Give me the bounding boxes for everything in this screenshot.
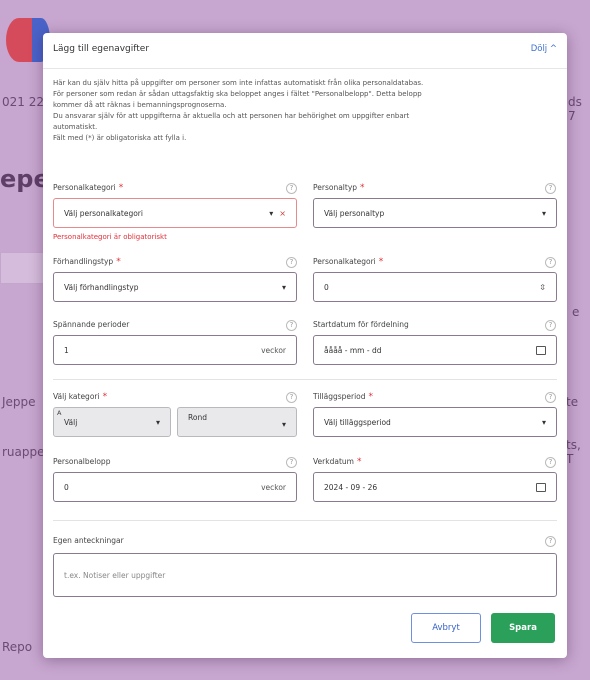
forhandlingstyp-label: Förhandlingstyp * — [53, 257, 121, 267]
help-icon[interactable]: ? — [286, 320, 297, 331]
hide-info-link[interactable]: Dölj ^ — [531, 44, 557, 54]
info-line: Fält med (*) är obligatoriska att fylla … — [53, 134, 187, 142]
cancel-button[interactable]: Avbryt — [411, 613, 481, 643]
help-icon[interactable]: ? — [286, 183, 297, 194]
personalkategori2-label: Personalkategori * — [313, 257, 384, 267]
unit-suffix: veckor — [261, 345, 286, 355]
chevron-down-icon: ▾ — [281, 420, 286, 429]
add-costs-modal: Lägg till egenavgifter Dölj ^ Här kan du… — [43, 33, 567, 658]
personalbelopp-label: Personalbelopp — [53, 457, 111, 466]
save-button[interactable]: Spara — [491, 613, 555, 643]
help-icon[interactable]: ? — [545, 457, 556, 468]
modal-header: Lägg till egenavgifter Dölj ^ — [43, 33, 567, 69]
help-icon[interactable]: ? — [286, 392, 297, 403]
personalkategori-label: Personalkategori * — [53, 183, 124, 193]
chevron-down-icon: ▾ — [541, 208, 546, 218]
clear-icon[interactable]: × — [279, 209, 286, 218]
personalkategori-error: Personalkategori är obligatoriskt — [53, 233, 167, 241]
bg-label: Jeppe — [2, 395, 36, 409]
chart-segment-red — [6, 18, 32, 62]
help-icon[interactable]: ? — [545, 536, 556, 547]
info-line: För personer som redan är sådan uttagsfa… — [53, 90, 422, 98]
kategori-a-select[interactable]: Välj ▾ — [53, 407, 171, 437]
valj-kategori-label: Välj kategori * — [53, 392, 108, 402]
help-icon[interactable]: ? — [545, 257, 556, 268]
info-line: Här kan du själv hitta på uppgifter om p… — [53, 79, 424, 87]
personalkategori-select[interactable]: Välj personalkategori ▾ × — [53, 198, 297, 228]
verkdatum-label: Verkdatum * — [313, 457, 362, 467]
anteckningar-textarea[interactable]: t.ex. Notiser eller uppgifter — [53, 553, 557, 597]
stepper-icon[interactable]: ⇳ — [539, 283, 546, 292]
help-icon[interactable]: ? — [545, 320, 556, 331]
startdatum-label: Startdatum för fördelning — [313, 320, 409, 329]
chevron-down-icon: ▾ — [155, 417, 160, 427]
calendar-icon[interactable] — [536, 482, 546, 492]
bg-label: e — [572, 305, 580, 319]
unit-suffix: veckor — [261, 482, 286, 492]
kategori-a-sublabel: A — [57, 409, 62, 417]
bg-label: te — [566, 395, 579, 409]
chevron-down-icon: ▾ — [269, 208, 274, 218]
startdatum-input[interactable]: åååå - mm - dd — [313, 335, 557, 365]
help-icon[interactable]: ? — [286, 257, 297, 268]
spannande-perioder-input[interactable]: 1 veckor — [53, 335, 297, 365]
kategori-b-select[interactable]: Rond ▾ — [177, 407, 297, 437]
chevron-down-icon: ▾ — [281, 282, 286, 292]
modal-title: Lägg till egenavgifter — [53, 44, 150, 54]
divider — [53, 520, 557, 521]
anteckningar-label: Egen anteckningar — [53, 536, 124, 545]
bg-label: Repo — [2, 640, 33, 654]
info-text: Här kan du själv hitta på uppgifter om p… — [53, 78, 553, 144]
verkdatum-input[interactable]: 2024 - 09 - 26 — [313, 472, 557, 502]
personaltyp-select[interactable]: Välj personaltyp ▾ — [313, 198, 557, 228]
help-icon[interactable]: ? — [286, 457, 297, 468]
bg-label: ts, T — [566, 438, 581, 466]
personalbelopp-input[interactable]: 0 veckor — [53, 472, 297, 502]
info-line: kommer då att räknas i bemanningsprognos… — [53, 101, 227, 109]
info-line: automatiskt. — [53, 123, 98, 131]
bg-card — [0, 252, 45, 284]
forhandlingstyp-select[interactable]: Välj förhandlingstyp ▾ — [53, 272, 297, 302]
help-icon[interactable]: ? — [545, 183, 556, 194]
calendar-icon[interactable] — [536, 345, 546, 355]
bg-label: ruappe — [2, 445, 45, 459]
personalkategori2-input[interactable]: 0 ⇳ — [313, 272, 557, 302]
tillaggsperiod-select[interactable]: Välj tilläggsperiod ▾ — [313, 407, 557, 437]
bg-label: 021 22 — [2, 95, 44, 109]
info-line: Du ansvarar själv för att uppgifterna är… — [53, 112, 410, 120]
spannande-perioder-label: Spännande perioder — [53, 320, 130, 329]
help-icon[interactable]: ? — [545, 392, 556, 403]
bg-label: ds 7 — [568, 95, 582, 123]
personaltyp-label: Personaltyp * — [313, 183, 365, 193]
divider — [53, 379, 557, 380]
tillaggsperiod-label: Tilläggsperiod * — [313, 392, 374, 402]
chevron-down-icon: ▾ — [541, 417, 546, 427]
